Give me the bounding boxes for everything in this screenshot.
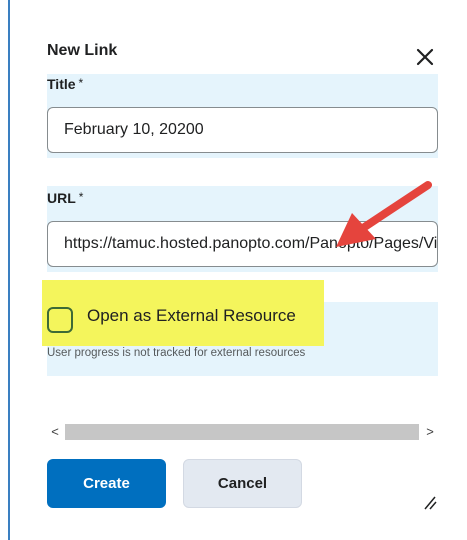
title-input[interactable] [47,107,438,153]
close-icon[interactable] [413,45,437,69]
url-field-label: URL * [47,190,83,206]
dialog-title: New Link [47,42,118,59]
annotation-arrow-icon [336,181,432,247]
resize-grip-icon[interactable] [421,494,437,510]
required-marker: * [78,190,84,204]
external-resource-label[interactable]: Open as External Resource [87,306,296,326]
cancel-button[interactable]: Cancel [183,459,302,508]
external-resource-checkbox[interactable] [47,307,73,333]
scrollbar-thumb[interactable] [65,424,419,440]
window-left-border [8,0,10,540]
scroll-right-icon[interactable]: > [422,422,438,442]
title-label-text: Title [47,76,76,92]
url-label-text: URL [47,190,76,206]
scroll-left-icon[interactable]: < [47,422,63,442]
create-button[interactable]: Create [47,459,166,508]
title-field-label: Title * [47,76,83,92]
required-marker: * [78,76,84,90]
horizontal-scrollbar[interactable]: < > [47,422,438,442]
external-resource-help-text: User progress is not tracked for externa… [47,347,306,359]
